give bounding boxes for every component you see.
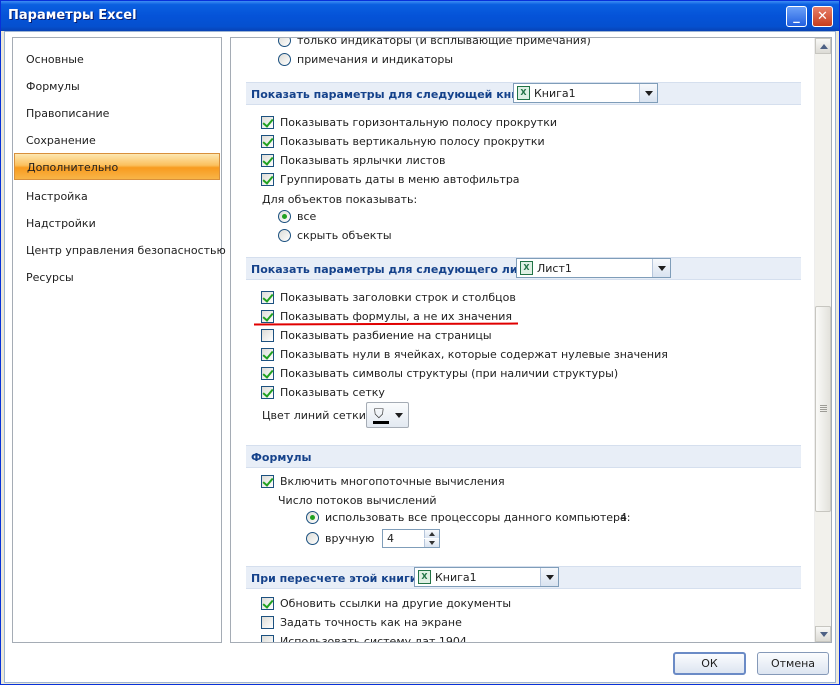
minimize-button[interactable]: _: [786, 6, 807, 27]
sheet-section-header: Показать параметры для следующего листа:…: [246, 257, 801, 280]
show-formulas-checkbox[interactable]: [261, 310, 274, 323]
h-scroll-checkbox[interactable]: [261, 116, 274, 129]
sidebar-item-advanced[interactable]: Дополнительно: [14, 153, 220, 180]
multithread-checkbox[interactable]: [261, 475, 274, 488]
objects-hide-label: скрыть объекты: [297, 229, 392, 242]
h-scroll-label: Показывать горизонтальную полосу прокрут…: [280, 116, 558, 129]
spin-down-icon[interactable]: [424, 539, 439, 547]
recalc-book-select[interactable]: X Книга1: [414, 567, 559, 587]
book-select-value: Книга1: [534, 87, 576, 100]
book-select[interactable]: X Книга1: [513, 83, 658, 103]
close-button[interactable]: ✕: [812, 6, 833, 27]
multithread-label: Включить многопоточные вычисления: [280, 475, 505, 488]
scroll-up-icon[interactable]: [815, 38, 831, 54]
content-scrollbar[interactable]: [814, 38, 831, 642]
excel-book-icon: X: [418, 570, 431, 584]
date-1904-label: Использовать систему дат 1904: [280, 635, 467, 643]
excel-options-window: Параметры Excel _ ✕ Основные Формулы Пра…: [0, 0, 840, 685]
sidebar-item-save[interactable]: Сохранение: [14, 127, 220, 154]
chevron-down-icon[interactable]: [652, 259, 670, 277]
precision-checkbox[interactable]: [261, 616, 274, 629]
notes-indicators-radio[interactable]: [278, 53, 291, 66]
window-title: Параметры Excel: [8, 8, 137, 23]
threads-count-label: Число потоков вычислений: [278, 494, 437, 507]
v-scroll-checkbox[interactable]: [261, 135, 274, 148]
sidebar-item-formulas[interactable]: Формулы: [14, 73, 220, 100]
sidebar-item-resources[interactable]: Ресурсы: [14, 264, 220, 291]
book-section-header: Показать параметры для следующей книги: …: [246, 82, 801, 105]
update-links-label: Обновить ссылки на другие документы: [280, 597, 512, 610]
objects-show-label: Для объектов показывать:: [262, 193, 418, 206]
cancel-button[interactable]: Отмена: [757, 652, 829, 675]
indicators-only-radio[interactable]: [278, 38, 291, 47]
objects-hide-radio[interactable]: [278, 229, 291, 242]
scroll-thumb[interactable]: [815, 306, 831, 512]
recalc-section-title: При пересчете этой книги:: [251, 572, 422, 585]
manual-threads-value[interactable]: 4: [387, 532, 394, 545]
manual-threads-label: вручную: [325, 532, 375, 545]
book-section-title: Показать параметры для следующей книги:: [251, 88, 537, 101]
excel-sheet-icon: X: [520, 261, 533, 275]
chevron-down-icon: [395, 413, 403, 418]
manual-threads-radio[interactable]: [306, 532, 319, 545]
indicators-only-label: только индикаторы (и всплывающие примеча…: [297, 37, 591, 47]
outline-symbols-checkbox[interactable]: [261, 367, 274, 380]
precision-label: Задать точность как на экране: [280, 616, 462, 629]
gridline-color-label: Цвет линий сетки: [262, 409, 366, 422]
formulas-section-header: Формулы: [246, 445, 801, 468]
update-links-checkbox[interactable]: [261, 597, 274, 610]
formulas-section-title: Формулы: [251, 451, 312, 464]
sheet-select-value: Лист1: [537, 262, 572, 275]
sheet-tabs-label: Показывать ярлычки листов: [280, 154, 446, 167]
zero-values-checkbox[interactable]: [261, 348, 274, 361]
gridlines-checkbox[interactable]: [261, 386, 274, 399]
processor-count-value: 4: [620, 511, 627, 524]
sheet-select[interactable]: X Лист1: [516, 258, 671, 278]
objects-all-label: все: [297, 210, 317, 223]
page-breaks-checkbox[interactable]: [261, 329, 274, 342]
options-content-panel: только индикаторы (и всплывающие примеча…: [230, 37, 832, 643]
sidebar-item-proofing[interactable]: Правописание: [14, 100, 220, 127]
use-all-processors-label: использовать все процессоры данного комп…: [325, 511, 631, 524]
options-sidebar: Основные Формулы Правописание Сохранение…: [12, 37, 226, 643]
notes-indicators-label: примечания и индикаторы: [297, 53, 454, 66]
title-bar[interactable]: Параметры Excel _ ✕: [1, 1, 839, 31]
sidebar-item-customize[interactable]: Настройка: [14, 183, 220, 210]
sidebar-item-addins[interactable]: Надстройки: [14, 210, 220, 237]
red-annotation-underline: [253, 322, 519, 326]
recalc-section-header: При пересчете этой книги: X Книга1: [246, 566, 801, 589]
chevron-down-icon[interactable]: [639, 84, 657, 102]
excel-book-icon: X: [517, 86, 530, 100]
group-dates-checkbox[interactable]: [261, 173, 274, 186]
paint-bucket-icon: ⛉: [374, 407, 384, 422]
objects-all-radio[interactable]: [278, 210, 291, 223]
gridline-color-picker[interactable]: ⛉: [366, 402, 409, 428]
sheet-tabs-checkbox[interactable]: [261, 154, 274, 167]
sidebar-item-basic[interactable]: Основные: [14, 46, 220, 73]
chevron-down-icon[interactable]: [540, 568, 558, 586]
dialog-body: Основные Формулы Правописание Сохранение…: [4, 31, 836, 683]
sidebar-item-trust-center[interactable]: Центр управления безопасностью: [14, 237, 226, 264]
scroll-down-icon[interactable]: [815, 626, 831, 642]
headers-checkbox[interactable]: [261, 291, 274, 304]
grip-icon: [820, 405, 827, 406]
v-scroll-label: Показывать вертикальную полосу прокрутки: [280, 135, 545, 148]
zero-values-label: Показывать нули в ячейках, которые содер…: [280, 348, 668, 361]
headers-label: Показывать заголовки строк и столбцов: [280, 291, 516, 304]
page-breaks-label: Показывать разбиение на страницы: [280, 329, 492, 342]
gridline-color-swatch: [373, 421, 389, 424]
spin-up-icon[interactable]: [424, 530, 439, 538]
recalc-book-value: Книга1: [435, 571, 477, 584]
outline-symbols-label: Показывать символы структуры (при наличи…: [280, 367, 619, 380]
gridlines-label: Показывать сетку: [280, 386, 385, 399]
show-formulas-label: Показывать формулы, а не их значения: [280, 310, 513, 323]
group-dates-label: Группировать даты в меню автофильтра: [280, 173, 520, 186]
ok-button[interactable]: ОК: [673, 652, 746, 675]
spinner-buttons: [424, 530, 439, 547]
sheet-section-title: Показать параметры для следующего листа:: [251, 263, 543, 276]
manual-threads-spinner[interactable]: 4: [382, 529, 440, 548]
date-1904-checkbox[interactable]: [261, 635, 274, 642]
use-all-processors-radio[interactable]: [306, 511, 319, 524]
